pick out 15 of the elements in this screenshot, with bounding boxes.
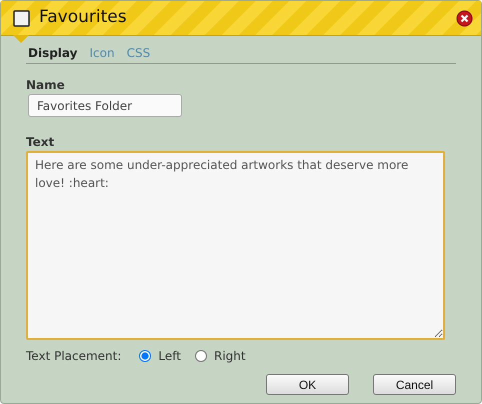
field-label: Text [26,134,56,151]
dialog-button[interactable]: Cancel [373,374,456,395]
tab[interactable]: Display [26,44,86,62]
text-area[interactable]: Here are some under-appreciated artworks that deserve more love! :heart: [26,151,445,340]
name-field[interactable]: Favorites Folder [28,94,182,117]
radio-button[interactable] [139,350,152,362]
dialog-button[interactable]: OK [266,374,349,395]
close-icon[interactable] [456,10,473,26]
window-title: Favourites [39,6,127,30]
radio-label: Right [214,348,246,365]
square-icon [13,10,30,26]
placement-label: Text Placement: [26,348,122,365]
radio-button[interactable] [195,350,207,362]
radio-label: Left [158,348,181,365]
field-label: Name [26,77,66,94]
